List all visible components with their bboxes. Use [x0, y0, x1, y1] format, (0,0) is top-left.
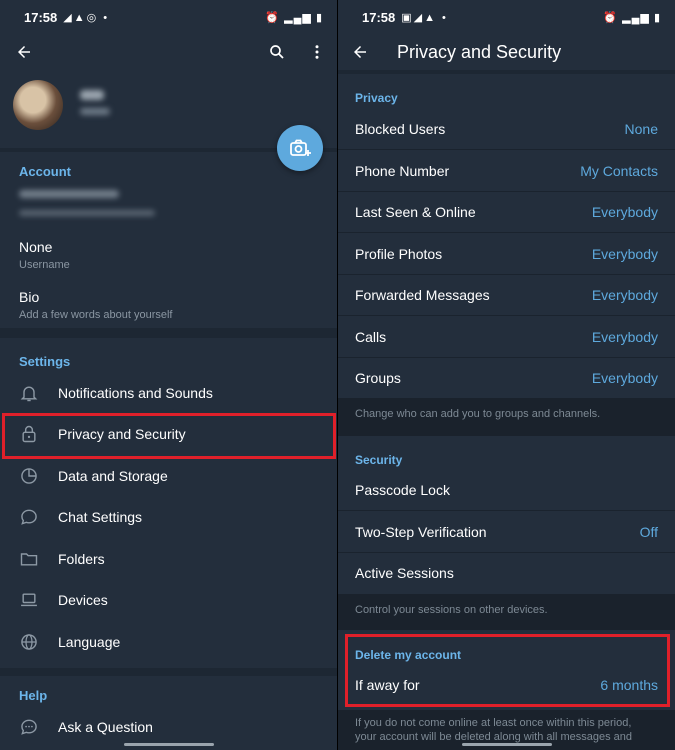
menu-item-label: Language	[58, 633, 121, 650]
row-label: Groups	[355, 370, 401, 386]
row-label: Active Sessions	[355, 565, 454, 581]
more-vert-icon[interactable]	[297, 34, 337, 70]
row-label: Profile Photos	[355, 245, 443, 262]
account-section-title: Account	[19, 164, 71, 179]
row-value: Off	[639, 523, 658, 540]
settings-section: Settings Notifications and Sounds Privac…	[0, 338, 337, 668]
delete-info-line: If you do not come online at least once …	[355, 717, 632, 729]
row-label: Blocked Users	[355, 120, 446, 137]
last-seen-row[interactable]: Last Seen & Online Everybody	[338, 191, 675, 233]
privacy-section-title: Privacy	[355, 91, 398, 105]
toolbar: Privacy and Security	[338, 34, 675, 70]
blocked-users-row[interactable]: Blocked Users None	[338, 108, 675, 150]
toolbar	[0, 34, 337, 70]
row-value: Everybody	[591, 203, 658, 220]
username-row[interactable]: None Username	[0, 232, 337, 276]
phone-number-row[interactable]: Phone Number My Contacts	[338, 150, 675, 192]
two-step-verification-row[interactable]: Two-Step Verification Off	[338, 511, 675, 553]
status-time: 17:58	[362, 9, 396, 25]
menu-item-devices[interactable]: Devices	[0, 579, 337, 620]
system-icons: ⏰ ▂▄▆ ▮	[603, 11, 661, 24]
bell-icon	[0, 383, 58, 403]
row-label: Last Seen & Online	[355, 203, 476, 220]
privacy-security-screen: 17:58 ▣◢▲ • ⏰ ▂▄▆ ▮ Privacy and Security…	[338, 0, 675, 750]
phone-number-blurred[interactable]	[19, 190, 119, 198]
pie-chart-icon	[0, 466, 58, 486]
calls-row[interactable]: Calls Everybody	[338, 316, 675, 358]
help-section-title: Help	[19, 688, 48, 703]
row-value: Everybody	[591, 286, 658, 303]
chat-bubble-icon	[0, 507, 58, 527]
row-label: Calls	[355, 328, 387, 345]
menu-item-label: Chat Settings	[58, 508, 143, 525]
notification-icons: ◢▲◎ •	[63, 11, 110, 24]
bio-label: Bio	[19, 289, 40, 305]
menu-item-label: Data and Storage	[58, 467, 168, 484]
highlight-frame	[2, 413, 336, 459]
laptop-icon	[0, 590, 58, 610]
menu-item-label: Folders	[58, 550, 105, 567]
row-label: Two-Step Verification	[355, 523, 487, 540]
delete-info-line: your account will be deleted along with …	[355, 731, 632, 743]
menu-item-label: Notifications and Sounds	[58, 384, 213, 401]
status-bar: 17:58 ◢▲◎ • ⏰ ▂▄▆ ▮	[0, 0, 337, 34]
settings-screen: 17:58 ◢▲◎ • ⏰ ▂▄▆ ▮ Account None Usernam…	[0, 0, 337, 750]
menu-item-label: Ask a Question	[58, 718, 153, 735]
username-value: None	[19, 239, 53, 255]
menu-item-folders[interactable]: Folders	[0, 538, 337, 579]
menu-item-label: Devices	[58, 591, 108, 608]
system-icons: ⏰ ▂▄▆ ▮	[265, 11, 323, 24]
question-chat-icon	[0, 717, 58, 737]
row-value: Everybody	[591, 328, 658, 345]
bio-row[interactable]: Bio Add a few words about yourself	[0, 282, 337, 326]
camera-add-icon	[290, 139, 311, 156]
settings-section-title: Settings	[19, 354, 71, 369]
sessions-info-text: Control your sessions on other devices.	[338, 594, 675, 630]
folder-icon	[0, 549, 58, 569]
row-value: Everybody	[591, 370, 658, 386]
security-section-title: Security	[355, 453, 403, 467]
gesture-bar[interactable]	[123, 743, 214, 746]
menu-item-chat-settings[interactable]: Chat Settings	[0, 496, 337, 537]
set-photo-button[interactable]	[277, 125, 323, 171]
groups-row[interactable]: Groups Everybody	[338, 357, 675, 399]
row-label: Phone Number	[355, 162, 450, 179]
menu-item-notifications[interactable]: Notifications and Sounds	[0, 372, 337, 413]
profile-photos-row[interactable]: Profile Photos Everybody	[338, 233, 675, 275]
row-value: My Contacts	[580, 162, 658, 179]
menu-item-language[interactable]: Language	[0, 621, 337, 662]
row-value: Everybody	[591, 245, 658, 262]
globe-icon	[0, 632, 58, 652]
row-label: Passcode Lock	[355, 481, 450, 498]
passcode-lock-row[interactable]: Passcode Lock	[338, 469, 675, 511]
account-section: Account None Username Bio Add a few word…	[0, 152, 337, 328]
forwarded-messages-row[interactable]: Forwarded Messages Everybody	[338, 274, 675, 316]
status-bar: 17:58 ▣◢▲ • ⏰ ▂▄▆ ▮	[338, 0, 675, 34]
menu-item-data-storage[interactable]: Data and Storage	[0, 455, 337, 496]
groups-info-text: Change who can add you to groups and cha…	[338, 398, 675, 436]
back-arrow-icon[interactable]	[4, 34, 44, 70]
profile-status-blurred	[80, 108, 110, 115]
gesture-bar[interactable]	[461, 743, 552, 746]
help-section: Help Ask a Question	[0, 676, 337, 750]
status-time: 17:58	[24, 9, 58, 25]
phone-label-blurred	[19, 210, 155, 216]
row-value: None	[624, 120, 658, 137]
privacy-section: Privacy Blocked Users None Phone Number …	[338, 74, 675, 398]
active-sessions-row[interactable]: Active Sessions	[338, 552, 675, 594]
notification-icons: ▣◢▲ •	[401, 11, 448, 24]
username-label: Username	[19, 259, 70, 271]
row-label: Forwarded Messages	[355, 286, 490, 303]
back-arrow-icon[interactable]	[340, 34, 380, 70]
menu-item-ask-question[interactable]: Ask a Question	[0, 706, 337, 747]
profile-name-blurred	[80, 90, 104, 100]
security-section: Security Passcode Lock Two-Step Verifica…	[338, 436, 675, 594]
bio-hint: Add a few words about yourself	[19, 309, 173, 321]
page-title: Privacy and Security	[397, 41, 562, 62]
search-icon[interactable]	[257, 34, 297, 70]
avatar[interactable]	[13, 80, 63, 130]
highlight-frame	[345, 634, 670, 707]
